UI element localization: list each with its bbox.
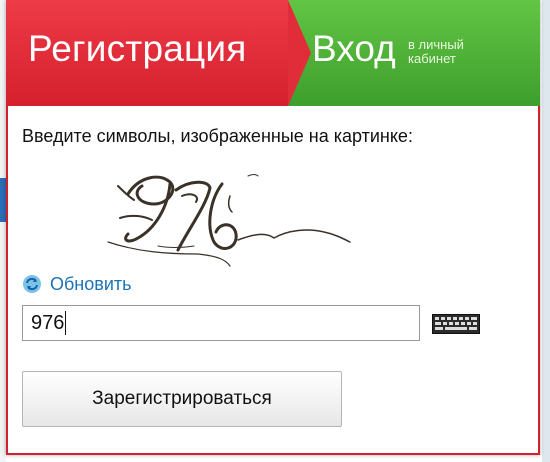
register-button[interactable]: Зарегистрироваться	[22, 371, 342, 427]
captcha-input[interactable]: 976	[22, 305, 420, 341]
refresh-label: Обновить	[50, 273, 132, 294]
tab-login-subtitle-line1: в личный	[408, 37, 464, 52]
text-cursor	[65, 311, 67, 335]
form-panel: Введите символы, изображенные на картинк…	[6, 106, 540, 455]
tab-arrow	[288, 0, 311, 106]
tab-register-label: Регистрация	[28, 28, 247, 69]
tab-login-label: Вход	[312, 28, 396, 69]
registration-dialog: Регистрация Вход в личный кабинет Введит…	[6, 0, 540, 455]
tab-login-subtitle: в личный кабинет	[408, 38, 508, 66]
refresh-captcha-link[interactable]: Обновить	[22, 273, 132, 295]
page-background-right	[542, 0, 550, 462]
tab-login-subtitle-line2: кабинет	[408, 51, 456, 66]
refresh-icon	[23, 275, 41, 293]
tab-register[interactable]: Регистрация	[6, 0, 311, 106]
tab-bar: Регистрация Вход в личный кабинет	[6, 0, 540, 106]
tab-login[interactable]: Вход в личный кабинет	[288, 0, 540, 106]
captcha-instruction: Введите символы, изображенные на картинк…	[22, 126, 413, 146]
keyboard-icon[interactable]	[432, 314, 480, 334]
captcha-image	[107, 174, 351, 267]
captcha-input-value: 976	[31, 311, 65, 334]
